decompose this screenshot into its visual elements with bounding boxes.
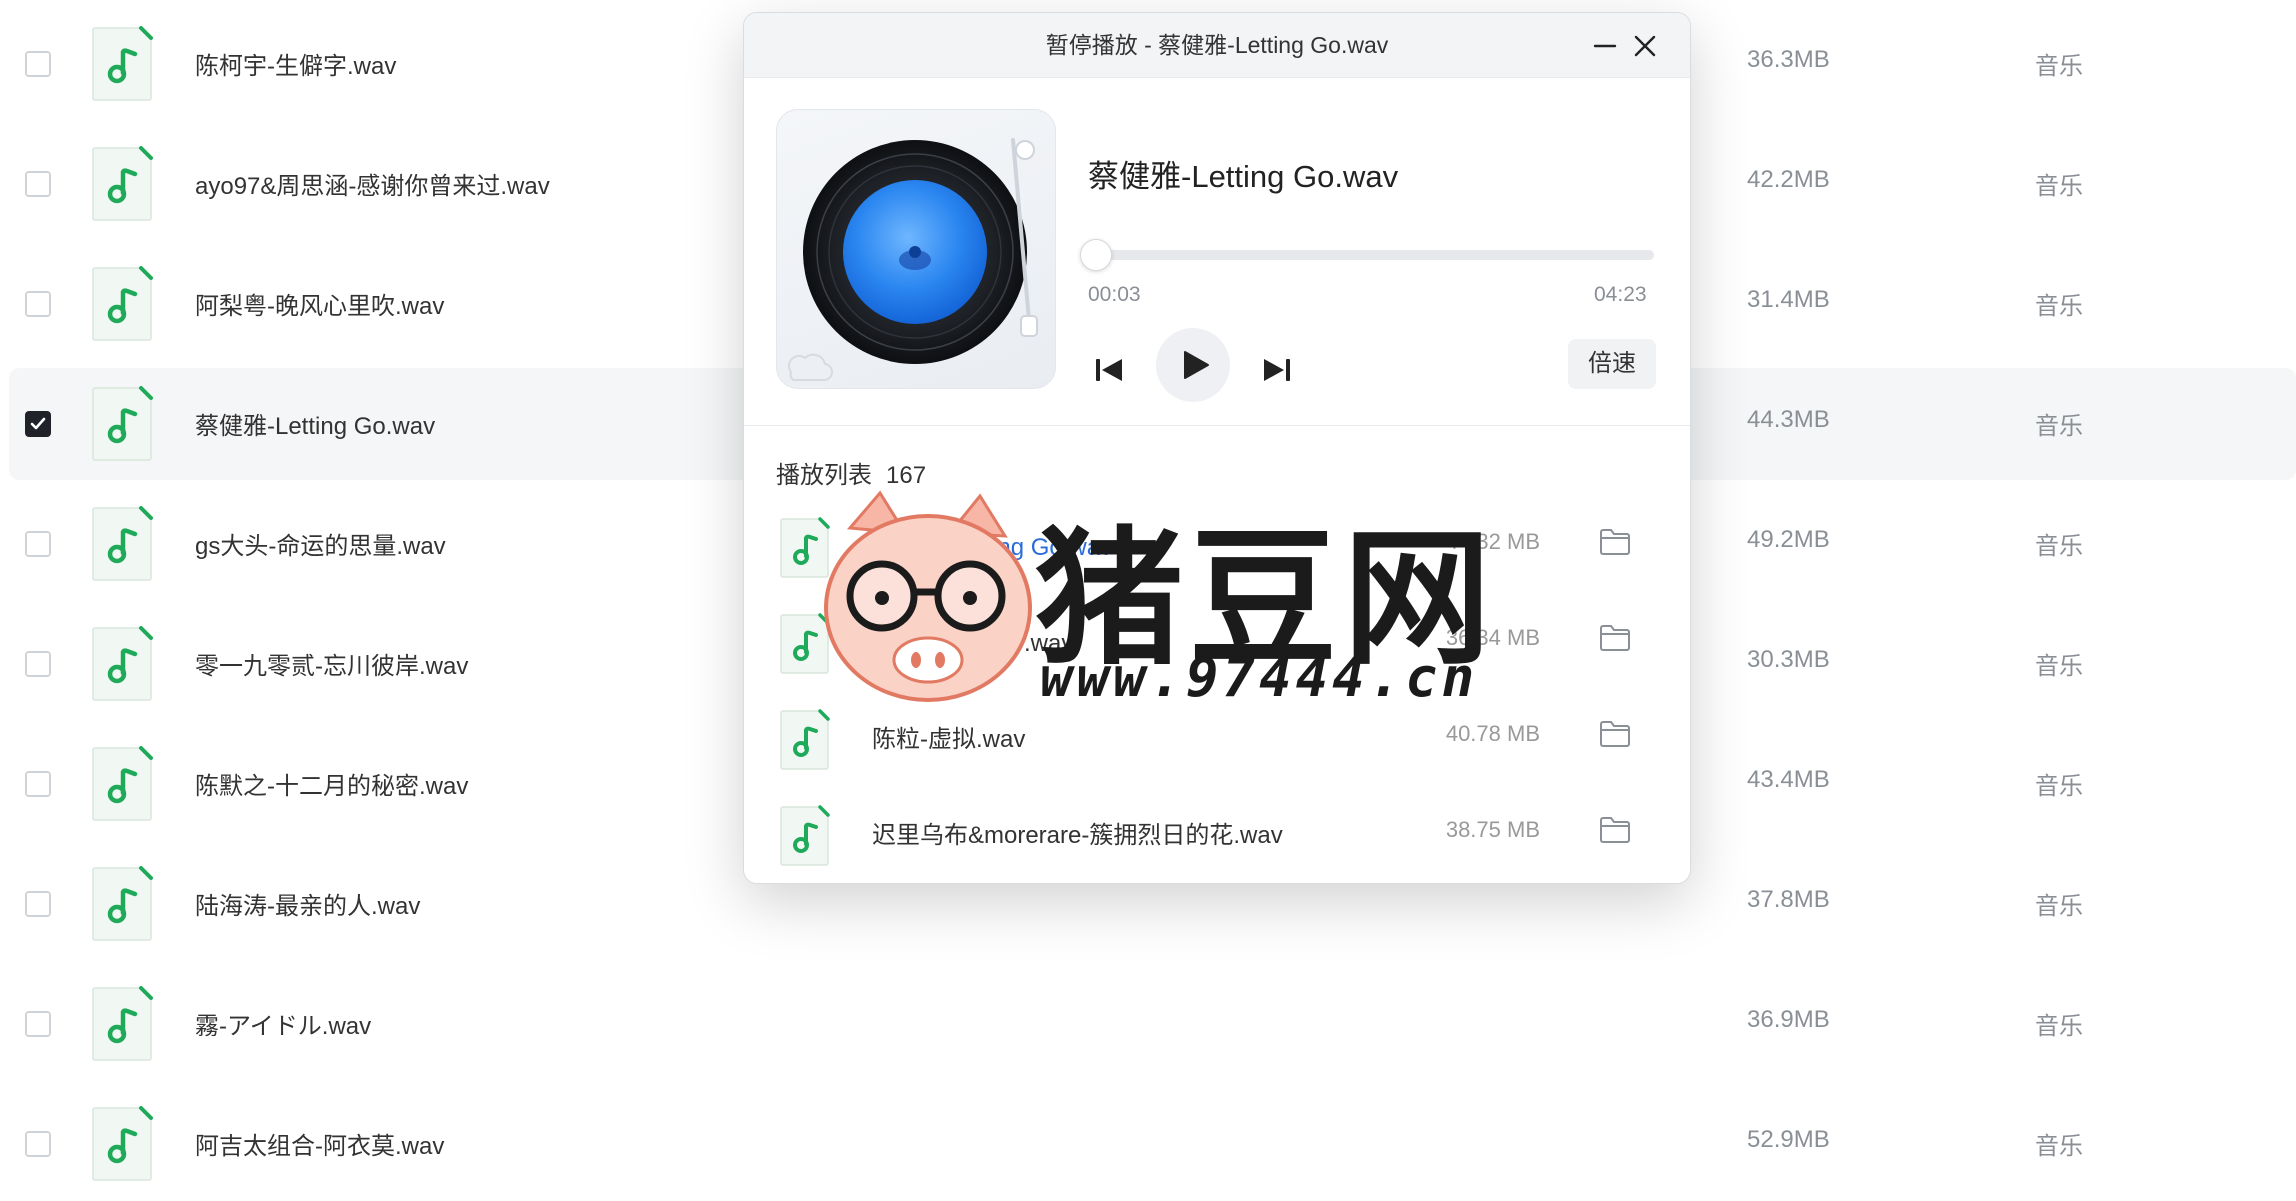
music-file-icon xyxy=(780,709,830,770)
file-checkbox[interactable] xyxy=(25,531,51,557)
file-size: 31.4MB xyxy=(1747,286,1830,313)
playlist-item[interactable]: 陈柯宇-生僻字.wav 36.34 MB xyxy=(764,593,1664,689)
file-name: 陈默之-十二月的秘密.wav xyxy=(195,773,469,800)
file-size: 44.3MB xyxy=(1747,406,1830,433)
file-name: 阿梨粤-晚风心里吹.wav xyxy=(195,293,445,320)
music-file-icon xyxy=(92,266,153,341)
file-type: 音乐 xyxy=(2035,773,2083,800)
playlist-item-name: 陈柯宇-生僻字.wav xyxy=(872,630,1074,657)
album-cover xyxy=(776,109,1056,389)
minimize-icon[interactable] xyxy=(1590,31,1620,61)
folder-icon[interactable] xyxy=(1598,527,1632,557)
vinyl-record-icon xyxy=(788,138,1038,382)
file-checkbox[interactable] xyxy=(25,171,51,197)
file-type: 音乐 xyxy=(2035,1013,2083,1040)
progress-bar[interactable] xyxy=(1079,239,1654,271)
file-name: ayo97&周思涵-感谢你曾来过.wav xyxy=(195,173,550,200)
music-file-icon xyxy=(92,986,153,1061)
skip-next-icon[interactable] xyxy=(1260,353,1294,387)
playlist-item-name: 蔡健雅-Letting Go.wav xyxy=(872,534,1113,561)
progress-thumb[interactable] xyxy=(1079,239,1112,271)
current-time: 00:03 xyxy=(1088,283,1141,306)
file-row[interactable]: 霧-アイドル.wav 36.9MB 音乐 xyxy=(9,968,2296,1080)
file-size: 49.2MB xyxy=(1747,526,1830,553)
file-type: 音乐 xyxy=(2035,413,2083,440)
playlist-count: 167 xyxy=(886,462,927,489)
playlist-item-size: 44.32 MB xyxy=(1445,529,1540,554)
music-file-icon xyxy=(780,517,830,578)
playlist-header: 播放列表 167 xyxy=(776,455,926,490)
file-size: 36.3MB xyxy=(1747,46,1830,73)
music-file-icon xyxy=(92,746,153,821)
playback-speed-button[interactable]: 倍速 xyxy=(1568,339,1656,389)
file-type: 音乐 xyxy=(2035,653,2083,680)
music-file-icon xyxy=(92,626,153,701)
file-name: 零一九零贰-忘川彼岸.wav xyxy=(195,653,469,680)
music-file-icon xyxy=(92,26,153,101)
playlist-item-size: 36.34 MB xyxy=(1445,625,1540,650)
file-size: 52.9MB xyxy=(1747,1126,1830,1153)
music-file-icon xyxy=(92,506,153,581)
file-row[interactable]: 阿吉太组合-阿衣莫.wav 52.9MB 音乐 xyxy=(9,1088,2296,1200)
file-type: 音乐 xyxy=(2035,293,2083,320)
file-size: 42.2MB xyxy=(1747,166,1830,193)
music-file-icon xyxy=(780,613,830,674)
total-time: 04:23 xyxy=(1594,283,1647,306)
music-file-icon xyxy=(92,866,153,941)
music-file-icon xyxy=(92,146,153,221)
file-checkbox[interactable] xyxy=(25,411,51,437)
playlist-item[interactable]: 蔡健雅-Letting Go.wav 44.32 MB xyxy=(764,497,1664,593)
file-type: 音乐 xyxy=(2035,53,2083,80)
playlist-label: 播放列表 xyxy=(776,462,872,489)
file-checkbox[interactable] xyxy=(25,51,51,77)
file-size: 37.8MB xyxy=(1747,886,1830,913)
music-file-icon xyxy=(92,1106,153,1181)
file-name: 陆海涛-最亲的人.wav xyxy=(195,893,421,920)
music-file-icon xyxy=(92,386,153,461)
music-file-icon xyxy=(780,805,830,866)
file-name: 阿吉太组合-阿衣莫.wav xyxy=(195,1133,445,1160)
divider xyxy=(744,425,1690,426)
file-name: 陈柯宇-生僻字.wav xyxy=(195,53,397,80)
playlist-item-size: 38.75 MB xyxy=(1445,817,1540,842)
play-button[interactable] xyxy=(1156,328,1230,402)
skip-previous-icon[interactable] xyxy=(1092,353,1126,387)
playlist-item[interactable]: 陈粒-虚拟.wav 40.78 MB xyxy=(764,689,1664,785)
check-icon xyxy=(30,417,46,430)
file-checkbox[interactable] xyxy=(25,891,51,917)
file-checkbox[interactable] xyxy=(25,1131,51,1157)
file-type: 音乐 xyxy=(2035,173,2083,200)
folder-icon[interactable] xyxy=(1598,815,1632,845)
audio-player-dialog: 暂停播放 - 蔡健雅-Letting Go.wav 蔡健雅-Letting Go… xyxy=(743,12,1691,884)
file-name: 霧-アイドル.wav xyxy=(195,1013,372,1040)
file-type: 音乐 xyxy=(2035,893,2083,920)
folder-icon[interactable] xyxy=(1598,719,1632,749)
playlist-item-size: 40.78 MB xyxy=(1445,721,1540,746)
playlist-item[interactable]: 迟里乌布&morerare-簇拥烈日的花.wav 38.75 MB xyxy=(764,785,1664,881)
file-checkbox[interactable] xyxy=(25,291,51,317)
file-size: 36.9MB xyxy=(1747,1006,1830,1033)
folder-icon[interactable] xyxy=(1598,623,1632,653)
close-icon[interactable] xyxy=(1630,31,1660,61)
track-title: 蔡健雅-Letting Go.wav xyxy=(1088,159,1399,194)
file-name: gs大头-命运的思量.wav xyxy=(195,533,446,560)
playlist-item-name: 陈粒-虚拟.wav xyxy=(872,726,1026,753)
file-size: 43.4MB xyxy=(1747,766,1830,793)
file-name: 蔡健雅-Letting Go.wav xyxy=(195,413,436,440)
file-checkbox[interactable] xyxy=(25,1011,51,1037)
player-titlebar[interactable]: 暂停播放 - 蔡健雅-Letting Go.wav xyxy=(744,13,1690,78)
file-type: 音乐 xyxy=(2035,1133,2083,1160)
file-checkbox[interactable] xyxy=(25,651,51,677)
player-title: 暂停播放 - 蔡健雅-Letting Go.wav xyxy=(1045,32,1389,58)
file-checkbox[interactable] xyxy=(25,771,51,797)
file-size: 30.3MB xyxy=(1747,646,1830,673)
play-icon xyxy=(1184,351,1209,379)
file-type: 音乐 xyxy=(2035,533,2083,560)
